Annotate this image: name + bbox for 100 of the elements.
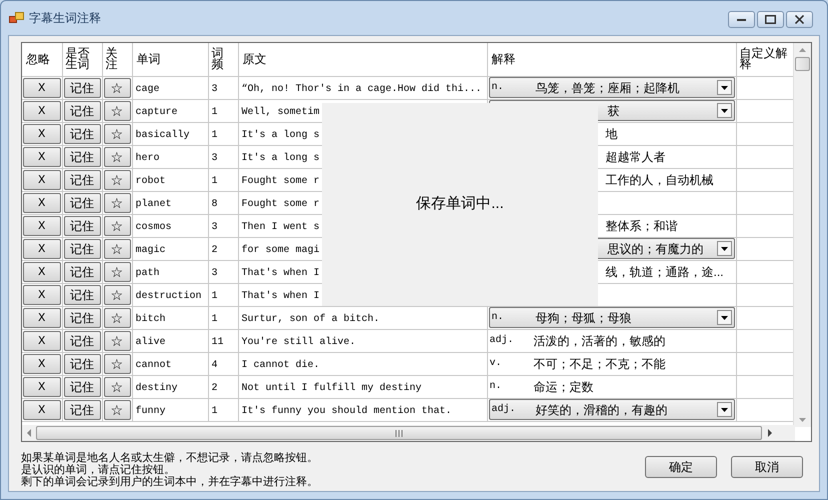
word-cell: path (136, 268, 160, 278)
star-button[interactable]: ☆ (104, 170, 130, 190)
remember-button[interactable]: 记住 (64, 238, 100, 258)
star-button[interactable]: ☆ (104, 192, 130, 212)
explanation-text: 不可；不足；不克；不能 (534, 356, 666, 370)
frequency-cell: 11 (212, 336, 224, 348)
grip-icon (395, 430, 403, 436)
ignore-button[interactable]: X (23, 262, 60, 282)
star-button[interactable]: ☆ (104, 78, 130, 98)
frequency-cell: 3 (212, 222, 218, 232)
star-button[interactable]: ☆ (104, 124, 130, 144)
frequency-cell: 1 (212, 406, 218, 416)
remember-button[interactable]: 记住 (64, 100, 100, 120)
original-text-cell: It's a long s (242, 130, 320, 140)
column-header: 单词 (132, 43, 208, 76)
dialog-button[interactable]: 确定 (645, 456, 717, 478)
remember-button[interactable]: 记住 (64, 354, 100, 374)
ignore-button[interactable]: X (23, 124, 60, 144)
ignore-button[interactable]: X (23, 284, 60, 304)
original-text-cell: Fought some r (242, 198, 320, 210)
ignore-button[interactable]: X (23, 400, 60, 420)
original-text-cell: Fought some r (242, 176, 320, 186)
ignore-button[interactable]: X (23, 216, 60, 236)
remember-button[interactable]: 记住 (64, 262, 100, 282)
ignore-button[interactable]: X (23, 100, 60, 120)
original-text-cell: for some magi (242, 244, 320, 256)
remember-button[interactable]: 记住 (64, 146, 100, 166)
remember-button[interactable]: 记住 (64, 170, 100, 190)
saving-message: 保存单词中... (416, 194, 504, 214)
word-cell: hero (136, 152, 160, 164)
original-text-cell: That's when I (242, 290, 320, 302)
column-header: 关注 (102, 43, 132, 76)
star-button[interactable]: ☆ (104, 354, 130, 374)
instruction-text: 剩下的单词会记录到用户的生词本中，并在字幕中进行注释。 (21, 476, 319, 488)
scrollbar-thumb[interactable] (795, 57, 810, 71)
ignore-button[interactable]: X (23, 354, 60, 374)
remember-button[interactable]: 记住 (64, 376, 100, 396)
explanation-dropdown[interactable]: n. 鸟笼，兽笼；座厢；起降机 (488, 77, 734, 98)
remember-button[interactable]: 记住 (64, 124, 100, 144)
window-title: 字幕生词注释 (29, 10, 101, 27)
maximize-button[interactable] (757, 11, 784, 28)
part-of-speech: n. (490, 380, 503, 394)
maximize-icon (765, 15, 776, 24)
star-button[interactable]: ☆ (104, 216, 130, 236)
explanation-text: 母狗；母狐；母狼 (536, 310, 632, 324)
star-button[interactable]: ☆ (104, 262, 130, 282)
explanation-text: 超越常人者 (606, 150, 666, 164)
column-header: 原文 (238, 43, 487, 76)
star-button[interactable]: ☆ (104, 146, 130, 166)
frequency-cell: 1 (212, 314, 218, 324)
ignore-button[interactable]: X (23, 376, 60, 396)
minimize-button[interactable] (728, 11, 755, 28)
word-cell: cosmos (136, 222, 172, 232)
column-header: 自定义解释 (736, 43, 793, 76)
word-cell: cage (136, 84, 160, 94)
explanation-text: 工作的人，自动机械 (606, 172, 714, 186)
remember-button[interactable]: 记住 (64, 216, 100, 236)
ignore-button[interactable]: X (23, 146, 60, 166)
ignore-button[interactable]: X (23, 78, 60, 98)
remember-button[interactable]: 记住 (64, 192, 100, 212)
word-cell: cannot (136, 360, 172, 370)
star-button[interactable]: ☆ (104, 330, 130, 350)
explanation-text: 线，轨道；通路，途... (606, 264, 724, 278)
star-button[interactable]: ☆ (104, 238, 130, 258)
word-cell: capture (136, 106, 178, 118)
remember-button[interactable]: 记住 (64, 78, 100, 98)
explanation-text: 好笑的，滑稽的，有趣的 (536, 402, 668, 416)
explanation-dropdown[interactable]: adj. 好笑的，滑稽的，有趣的 (488, 399, 734, 420)
explanation-text: 鸟笼，兽笼；座厢；起降机 (536, 80, 680, 94)
explanation-text: 地 (606, 126, 618, 140)
frequency-cell: 1 (212, 176, 218, 186)
remember-button[interactable]: 记住 (64, 284, 100, 304)
column-header: 解释 (487, 43, 736, 76)
ignore-button[interactable]: X (23, 192, 60, 212)
frequency-cell: 1 (212, 290, 218, 302)
column-header: 词频 (208, 43, 238, 76)
word-cell: alive (136, 336, 166, 348)
ignore-button[interactable]: X (23, 170, 60, 190)
ignore-button[interactable]: X (23, 330, 60, 350)
ignore-button[interactable]: X (23, 308, 60, 328)
frequency-cell: 3 (212, 84, 218, 94)
close-button[interactable] (786, 11, 813, 28)
word-cell: bitch (136, 314, 166, 324)
explanation-dropdown[interactable]: n. 母狗；母狐；母狼 (488, 307, 734, 328)
remember-button[interactable]: 记住 (64, 400, 100, 420)
star-button[interactable]: ☆ (104, 400, 130, 420)
remember-button[interactable]: 记住 (64, 308, 100, 328)
explanation-text: 思议的；有魔力的 (608, 242, 704, 256)
star-button[interactable]: ☆ (104, 376, 130, 396)
part-of-speech: n. (492, 310, 505, 324)
star-button[interactable]: ☆ (104, 308, 130, 328)
remember-button[interactable]: 记住 (64, 330, 100, 350)
word-cell: planet (136, 198, 172, 210)
dialog-button[interactable]: 取消 (731, 456, 803, 478)
frequency-cell: 3 (212, 152, 218, 164)
star-button[interactable]: ☆ (104, 100, 130, 120)
star-button[interactable]: ☆ (104, 284, 130, 304)
close-icon (795, 15, 804, 24)
ignore-button[interactable]: X (23, 238, 60, 258)
column-header: 是否生词 (62, 43, 102, 76)
